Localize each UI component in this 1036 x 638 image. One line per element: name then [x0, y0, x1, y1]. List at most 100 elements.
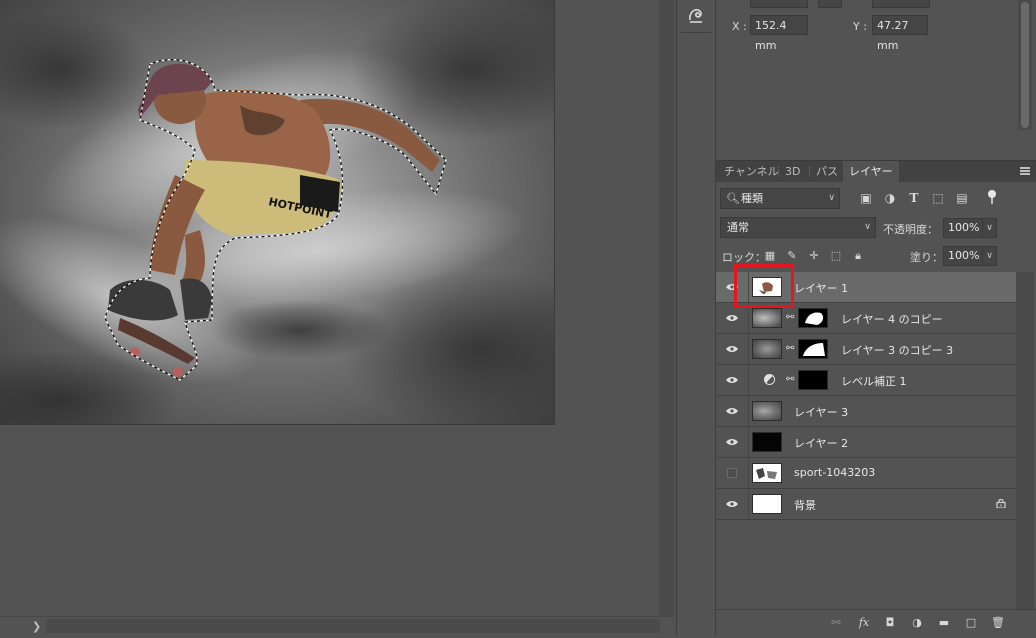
- layer-row-levels-1[interactable]: ⚯ レベル補正 1: [716, 365, 1016, 396]
- type-filter-icon[interactable]: T: [906, 190, 922, 206]
- layer-row-layer-2[interactable]: レイヤー 2: [716, 427, 1016, 458]
- smart-object-filter-icon[interactable]: ▤: [954, 190, 970, 206]
- properties-scrollbar[interactable]: [1018, 0, 1032, 130]
- link-chain-icon[interactable]: ⚯: [786, 312, 794, 324]
- eye-icon[interactable]: [726, 345, 738, 353]
- new-group-icon[interactable]: ▬: [937, 616, 951, 630]
- opacity-label: 不透明度：: [883, 223, 938, 236]
- visibility-cell[interactable]: [716, 334, 749, 364]
- layer-name[interactable]: sport-1043203: [794, 466, 875, 479]
- canvas-horizontal-scrollbar[interactable]: ❯: [0, 616, 674, 637]
- new-adjustment-layer-icon[interactable]: ◑: [910, 616, 924, 630]
- y-label: Y :: [853, 20, 867, 33]
- toggle-knob: [988, 190, 996, 198]
- layer-name[interactable]: レイヤー 2: [794, 435, 848, 451]
- visibility-cell[interactable]: [716, 396, 749, 426]
- lock-icon[interactable]: [996, 498, 1006, 508]
- visibility-cell[interactable]: [716, 458, 749, 488]
- eye-icon[interactable]: [726, 438, 738, 446]
- document-canvas[interactable]: HOTPOINT: [0, 0, 554, 424]
- layer-row-background[interactable]: 背景: [716, 489, 1016, 520]
- opacity-dropdown-button[interactable]: ∨: [982, 218, 997, 238]
- layer-name[interactable]: レイヤー 3: [794, 404, 848, 420]
- layer-mask-thumbnail[interactable]: [798, 308, 828, 328]
- fill-dropdown-button[interactable]: ∨: [982, 246, 997, 266]
- height-field[interactable]: [872, 0, 930, 8]
- width-field[interactable]: [750, 0, 808, 8]
- tab-channels[interactable]: チャンネル: [718, 161, 785, 182]
- shape-filter-icon[interactable]: ⬚: [930, 190, 946, 206]
- properties-panel: X : 152.4 mm Y : 47.27 mm: [716, 0, 1036, 160]
- layer-thumbnail[interactable]: [752, 401, 782, 421]
- properties-scroll-thumb[interactable]: [1021, 2, 1029, 128]
- link-button[interactable]: [818, 0, 842, 8]
- link-chain-icon[interactable]: ⚯: [786, 374, 794, 386]
- layer-row-layer-3[interactable]: レイヤー 3: [716, 396, 1016, 427]
- visibility-cell[interactable]: [716, 427, 749, 457]
- chevron-down-icon: ∨: [828, 193, 835, 203]
- lock-artboard-icon[interactable]: ⬚: [829, 249, 843, 263]
- fx-icon[interactable]: fx: [857, 616, 871, 630]
- trash-icon[interactable]: 🗑︎: [991, 616, 1005, 630]
- chevron-down-icon: ∨: [864, 222, 871, 232]
- link-layers-icon[interactable]: ⚯: [829, 616, 843, 630]
- panel-menu-icon[interactable]: [1020, 167, 1030, 175]
- tab-3d[interactable]: 3D: [779, 161, 806, 182]
- x-position-field[interactable]: 152.4 mm: [750, 15, 808, 52]
- layers-bottom-toolbar: ⚯ fx ◘ ◑ ▬ □ 🗑︎: [716, 609, 1036, 638]
- eye-icon[interactable]: [726, 376, 738, 384]
- canvas-area[interactable]: HOTPOINT: [0, 0, 659, 616]
- filter-kind-label: 種類: [741, 192, 763, 205]
- adjustment-filter-icon[interactable]: ◑: [882, 190, 898, 206]
- link-chain-icon[interactable]: ⚯: [786, 343, 794, 355]
- new-layer-icon[interactable]: □: [964, 616, 978, 630]
- fill-field[interactable]: 100%: [943, 246, 983, 266]
- layer-row-sport-1043203[interactable]: sport-1043203: [716, 458, 1016, 489]
- lock-all-icon[interactable]: 🔒︎: [851, 249, 865, 263]
- search-icon: 🔍︎: [726, 192, 740, 205]
- layer-list[interactable]: レイヤー 1 ⚯ レイヤー 4 のコピー ⚯ レイヤー 3 のコピー 3 ⚯ レ…: [716, 272, 1016, 612]
- visibility-off-box[interactable]: [727, 468, 737, 478]
- layer-thumbnail[interactable]: [752, 308, 782, 328]
- visibility-cell[interactable]: [716, 489, 749, 519]
- horizontal-scroll-track[interactable]: [46, 619, 660, 633]
- tab-layers[interactable]: レイヤー: [843, 161, 899, 182]
- y-position-field[interactable]: 47.27 mm: [872, 15, 928, 52]
- blend-mode-dropdown[interactable]: 通常 ∨: [720, 217, 876, 238]
- layer-row-layer-3-copy-3[interactable]: ⚯ レイヤー 3 のコピー 3: [716, 334, 1016, 365]
- layer-mask-thumbnail[interactable]: [798, 370, 828, 390]
- canvas-vertical-scrollbar[interactable]: [659, 0, 674, 616]
- tab-paths[interactable]: パス: [810, 161, 844, 182]
- layer-name[interactable]: レイヤー 4 のコピー: [841, 311, 943, 327]
- column-divider: [681, 32, 711, 33]
- eye-icon[interactable]: [726, 500, 738, 508]
- add-mask-icon[interactable]: ◘: [883, 616, 897, 630]
- lock-label: ロック：: [722, 251, 766, 264]
- lock-transparent-pixels-icon[interactable]: ▦: [763, 249, 777, 263]
- lock-image-pixels-icon[interactable]: ✎: [785, 249, 799, 263]
- eye-icon[interactable]: [726, 314, 738, 322]
- layer-name[interactable]: レベル補正 1: [841, 373, 907, 389]
- history-panel-icon[interactable]: [686, 6, 706, 26]
- highlight-annotation: [734, 264, 794, 308]
- layer-mask-thumbnail[interactable]: [798, 339, 828, 359]
- layer-name[interactable]: 背景: [794, 497, 816, 513]
- layer-filter-dropdown[interactable]: 🔍︎ 種類 ∨: [720, 188, 840, 209]
- layer-thumbnail[interactable]: [752, 339, 782, 359]
- opacity-field[interactable]: 100%: [943, 218, 983, 238]
- layers-scrollbar[interactable]: [1016, 272, 1034, 610]
- pixel-filter-icon[interactable]: ▣: [858, 190, 874, 206]
- lock-position-icon[interactable]: ✛: [807, 249, 821, 263]
- visibility-cell[interactable]: [716, 365, 749, 395]
- layer-name[interactable]: レイヤー 3 のコピー 3: [841, 342, 953, 358]
- layer-thumbnail[interactable]: [752, 494, 782, 514]
- x-label: X :: [732, 20, 747, 33]
- layer-thumbnail[interactable]: [752, 432, 782, 452]
- filter-toggle-icon[interactable]: [988, 190, 996, 204]
- adjustment-layer-icon[interactable]: [764, 374, 775, 385]
- eye-icon[interactable]: [726, 407, 738, 415]
- layer-name[interactable]: レイヤー 1: [794, 280, 848, 296]
- panel-tabs: チャンネル 3D パス レイヤー: [716, 161, 1036, 182]
- scroll-right-arrow-icon[interactable]: ❯: [32, 620, 41, 633]
- layer-thumbnail[interactable]: [752, 463, 782, 483]
